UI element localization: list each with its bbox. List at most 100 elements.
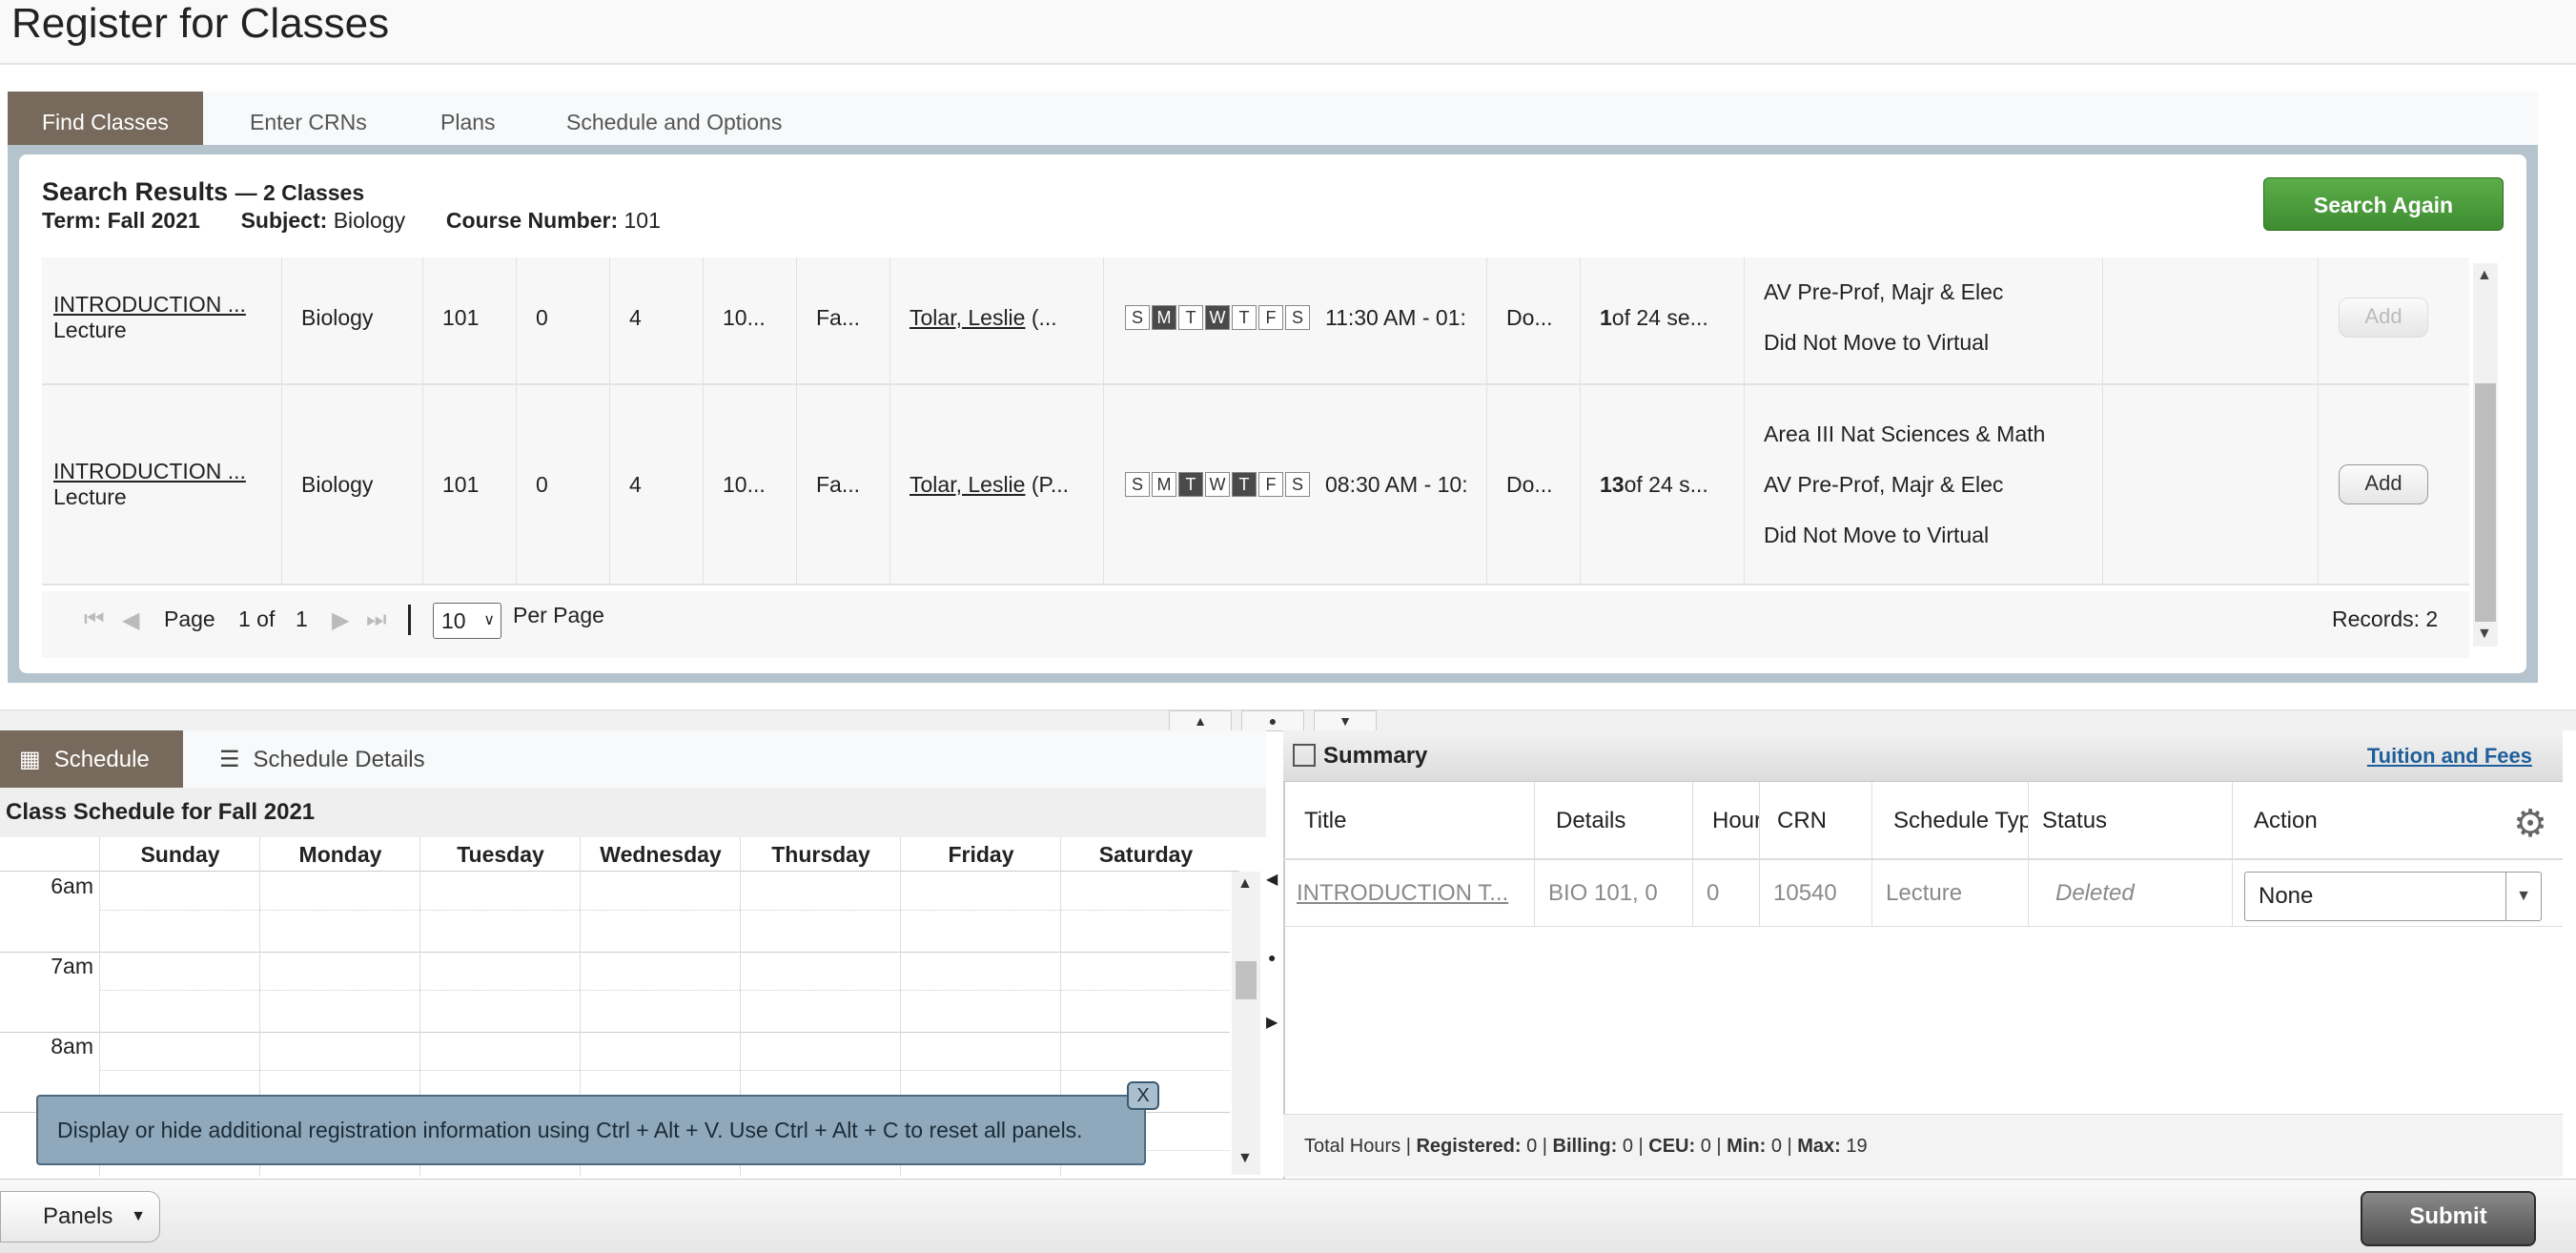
- page-current[interactable]: 1 of: [238, 591, 275, 647]
- course-value: 101: [624, 208, 661, 233]
- tab-schedule-details[interactable]: ☰ Schedule Details: [219, 730, 425, 788]
- scroll-down-icon[interactable]: ▼: [2477, 626, 2492, 643]
- first-page-icon[interactable]: ⏮: [84, 606, 105, 633]
- hours-cell: 4: [610, 257, 704, 383]
- day-tuesday: T: [1178, 305, 1203, 330]
- tab-schedule-label: Schedule: [53, 747, 150, 772]
- term-label: Term:: [42, 208, 102, 233]
- summary-title: Summary: [1323, 743, 1428, 769]
- crn-cell: 10...: [704, 385, 797, 584]
- page-label: Page: [164, 606, 215, 631]
- term-cell: Fa...: [797, 257, 890, 383]
- summary-schedule-type: Lecture: [1872, 860, 2029, 927]
- action-value: None: [2259, 883, 2314, 909]
- meeting-days: S M T W T F S: [1125, 305, 1312, 330]
- pagination-bar: ⏮ ◀ Page 1 of 1 ▶ ⏭ 10 ∨ Per Page Record…: [42, 591, 2469, 658]
- search-again-button[interactable]: Search Again: [2263, 177, 2504, 231]
- table-row[interactable]: INTRODUCTION ... Lecture Biology 101 0 4…: [42, 257, 2469, 385]
- panels-label: Panels: [43, 1203, 113, 1229]
- tab-schedule[interactable]: ▦ Schedule: [0, 730, 183, 788]
- table-row[interactable]: INTRODUCTION ... Lecture Biology 101 0 4…: [42, 385, 2469, 585]
- meeting-times-cell: S M T W T F S 08:30 AM - 10:: [1104, 385, 1487, 584]
- tab-find-classes[interactable]: Find Classes: [8, 92, 203, 147]
- restore-icon[interactable]: ●: [1268, 950, 1276, 965]
- section-cell: 0: [517, 257, 610, 383]
- title-cell: INTRODUCTION ... Lecture: [42, 257, 282, 383]
- instructor-extra: (...: [1031, 304, 1057, 330]
- meeting-days: S M T W T F S: [1125, 472, 1312, 497]
- totals-prefix: Total Hours |: [1304, 1136, 1411, 1157]
- panel-resize-handle[interactable]: ◀ ● ▶: [1266, 870, 1279, 1060]
- tab-plans[interactable]: Plans: [406, 92, 530, 147]
- panel-splitter[interactable]: ▲ ● ▼: [0, 709, 2576, 731]
- col-details[interactable]: Details: [1535, 782, 1693, 860]
- course-number-cell: 101: [423, 257, 517, 383]
- collapse-down-icon[interactable]: ▼: [1314, 710, 1377, 731]
- course-title-link[interactable]: INTRODUCTION ...: [53, 292, 246, 318]
- col-hours[interactable]: Hours: [1693, 782, 1760, 860]
- course-title-link[interactable]: INTRODUCTION ...: [53, 459, 246, 484]
- col-schedule-type[interactable]: Schedule Type: [1872, 782, 2029, 860]
- status-cell: 1 of 24 se...: [1581, 257, 1745, 383]
- instructor-link[interactable]: Tolar, Leslie: [910, 305, 1025, 331]
- tuition-and-fees-link[interactable]: Tuition and Fees: [2367, 730, 2532, 782]
- submit-button[interactable]: Submit: [2361, 1191, 2536, 1246]
- calendar-hour-row: 6am: [0, 872, 1230, 953]
- summary-crn: 10540: [1760, 860, 1872, 927]
- tooltip-close-button[interactable]: X: [1127, 1081, 1159, 1110]
- per-page-value: 10: [441, 608, 466, 633]
- results-scrollbar[interactable]: ▲ ▼: [2473, 263, 2498, 647]
- summary-status: Deleted: [2029, 860, 2233, 927]
- schedule-tabs: ▦ Schedule ☰ Schedule Details: [0, 730, 1266, 788]
- add-button[interactable]: Add: [2339, 464, 2428, 504]
- col-title[interactable]: Title: [1283, 782, 1535, 860]
- restore-icon[interactable]: ●: [1241, 710, 1304, 731]
- term-cell: Fa...: [797, 385, 890, 584]
- calendar-hour-row: 7am: [0, 952, 1230, 1033]
- last-page-icon[interactable]: ⏭: [366, 606, 387, 633]
- scrollbar-thumb[interactable]: [2475, 383, 2496, 622]
- page-title: Register for Classes: [11, 0, 390, 47]
- day-wednesday: W: [1205, 305, 1230, 330]
- panels-button[interactable]: Panels ▼: [0, 1191, 160, 1243]
- calendar-day-friday: Friday: [900, 837, 1061, 872]
- calendar-day-thursday: Thursday: [740, 837, 901, 872]
- summary-title-link[interactable]: INTRODUCTION T...: [1283, 860, 1535, 927]
- scrollbar-thumb[interactable]: [1236, 961, 1257, 999]
- seats-remaining: 1: [1600, 304, 1612, 330]
- summary-row[interactable]: INTRODUCTION T... BIO 101, 0 0 10540 Lec…: [1283, 860, 2563, 927]
- scroll-up-icon[interactable]: ▲: [1237, 875, 1253, 893]
- collapse-right-icon[interactable]: ▶: [1266, 1013, 1278, 1032]
- scroll-up-icon[interactable]: ▲: [2477, 267, 2492, 284]
- per-page-select[interactable]: 10 ∨: [433, 603, 501, 639]
- page-total: 1: [296, 606, 308, 631]
- instructor-extra: (P...: [1031, 471, 1070, 497]
- collapse-up-icon[interactable]: ▲: [1169, 710, 1232, 731]
- summary-icon: [1293, 744, 1316, 767]
- max-label: Max:: [1797, 1136, 1841, 1157]
- results-table: INTRODUCTION ... Lecture Biology 101 0 4…: [42, 257, 2469, 587]
- results-heading: Search Results — 2 Classes: [42, 177, 364, 207]
- col-status[interactable]: Status: [2029, 782, 2233, 860]
- gear-icon[interactable]: ⚙: [2513, 805, 2547, 843]
- calendar-icon: ▦: [19, 747, 41, 772]
- instructor-link[interactable]: Tolar, Leslie: [910, 472, 1025, 498]
- col-crn[interactable]: CRN: [1760, 782, 1872, 860]
- collapse-left-icon[interactable]: ◀: [1266, 870, 1278, 889]
- scroll-down-icon[interactable]: ▼: [1237, 1150, 1253, 1167]
- hour-label: 7am: [51, 954, 93, 978]
- schedule-heading: Class Schedule for Fall 2021: [0, 788, 1266, 837]
- pager-divider: [408, 605, 411, 635]
- calendar-day-monday: Monday: [259, 837, 420, 872]
- tab-enter-crns[interactable]: Enter CRNs: [215, 92, 401, 147]
- day-tuesday: T: [1178, 472, 1203, 497]
- billing-value: 0: [1622, 1136, 1633, 1157]
- add-button[interactable]: Add: [2339, 298, 2428, 338]
- list-icon: ☰: [219, 747, 240, 772]
- action-select[interactable]: None ▼: [2244, 872, 2542, 921]
- calendar-scrollbar[interactable]: ▲ ▼: [1232, 872, 1260, 1175]
- tab-schedule-and-options[interactable]: Schedule and Options: [532, 92, 816, 147]
- next-page-icon[interactable]: ▶: [332, 606, 349, 634]
- max-value: 19: [1846, 1136, 1868, 1157]
- previous-page-icon[interactable]: ◀: [122, 606, 139, 634]
